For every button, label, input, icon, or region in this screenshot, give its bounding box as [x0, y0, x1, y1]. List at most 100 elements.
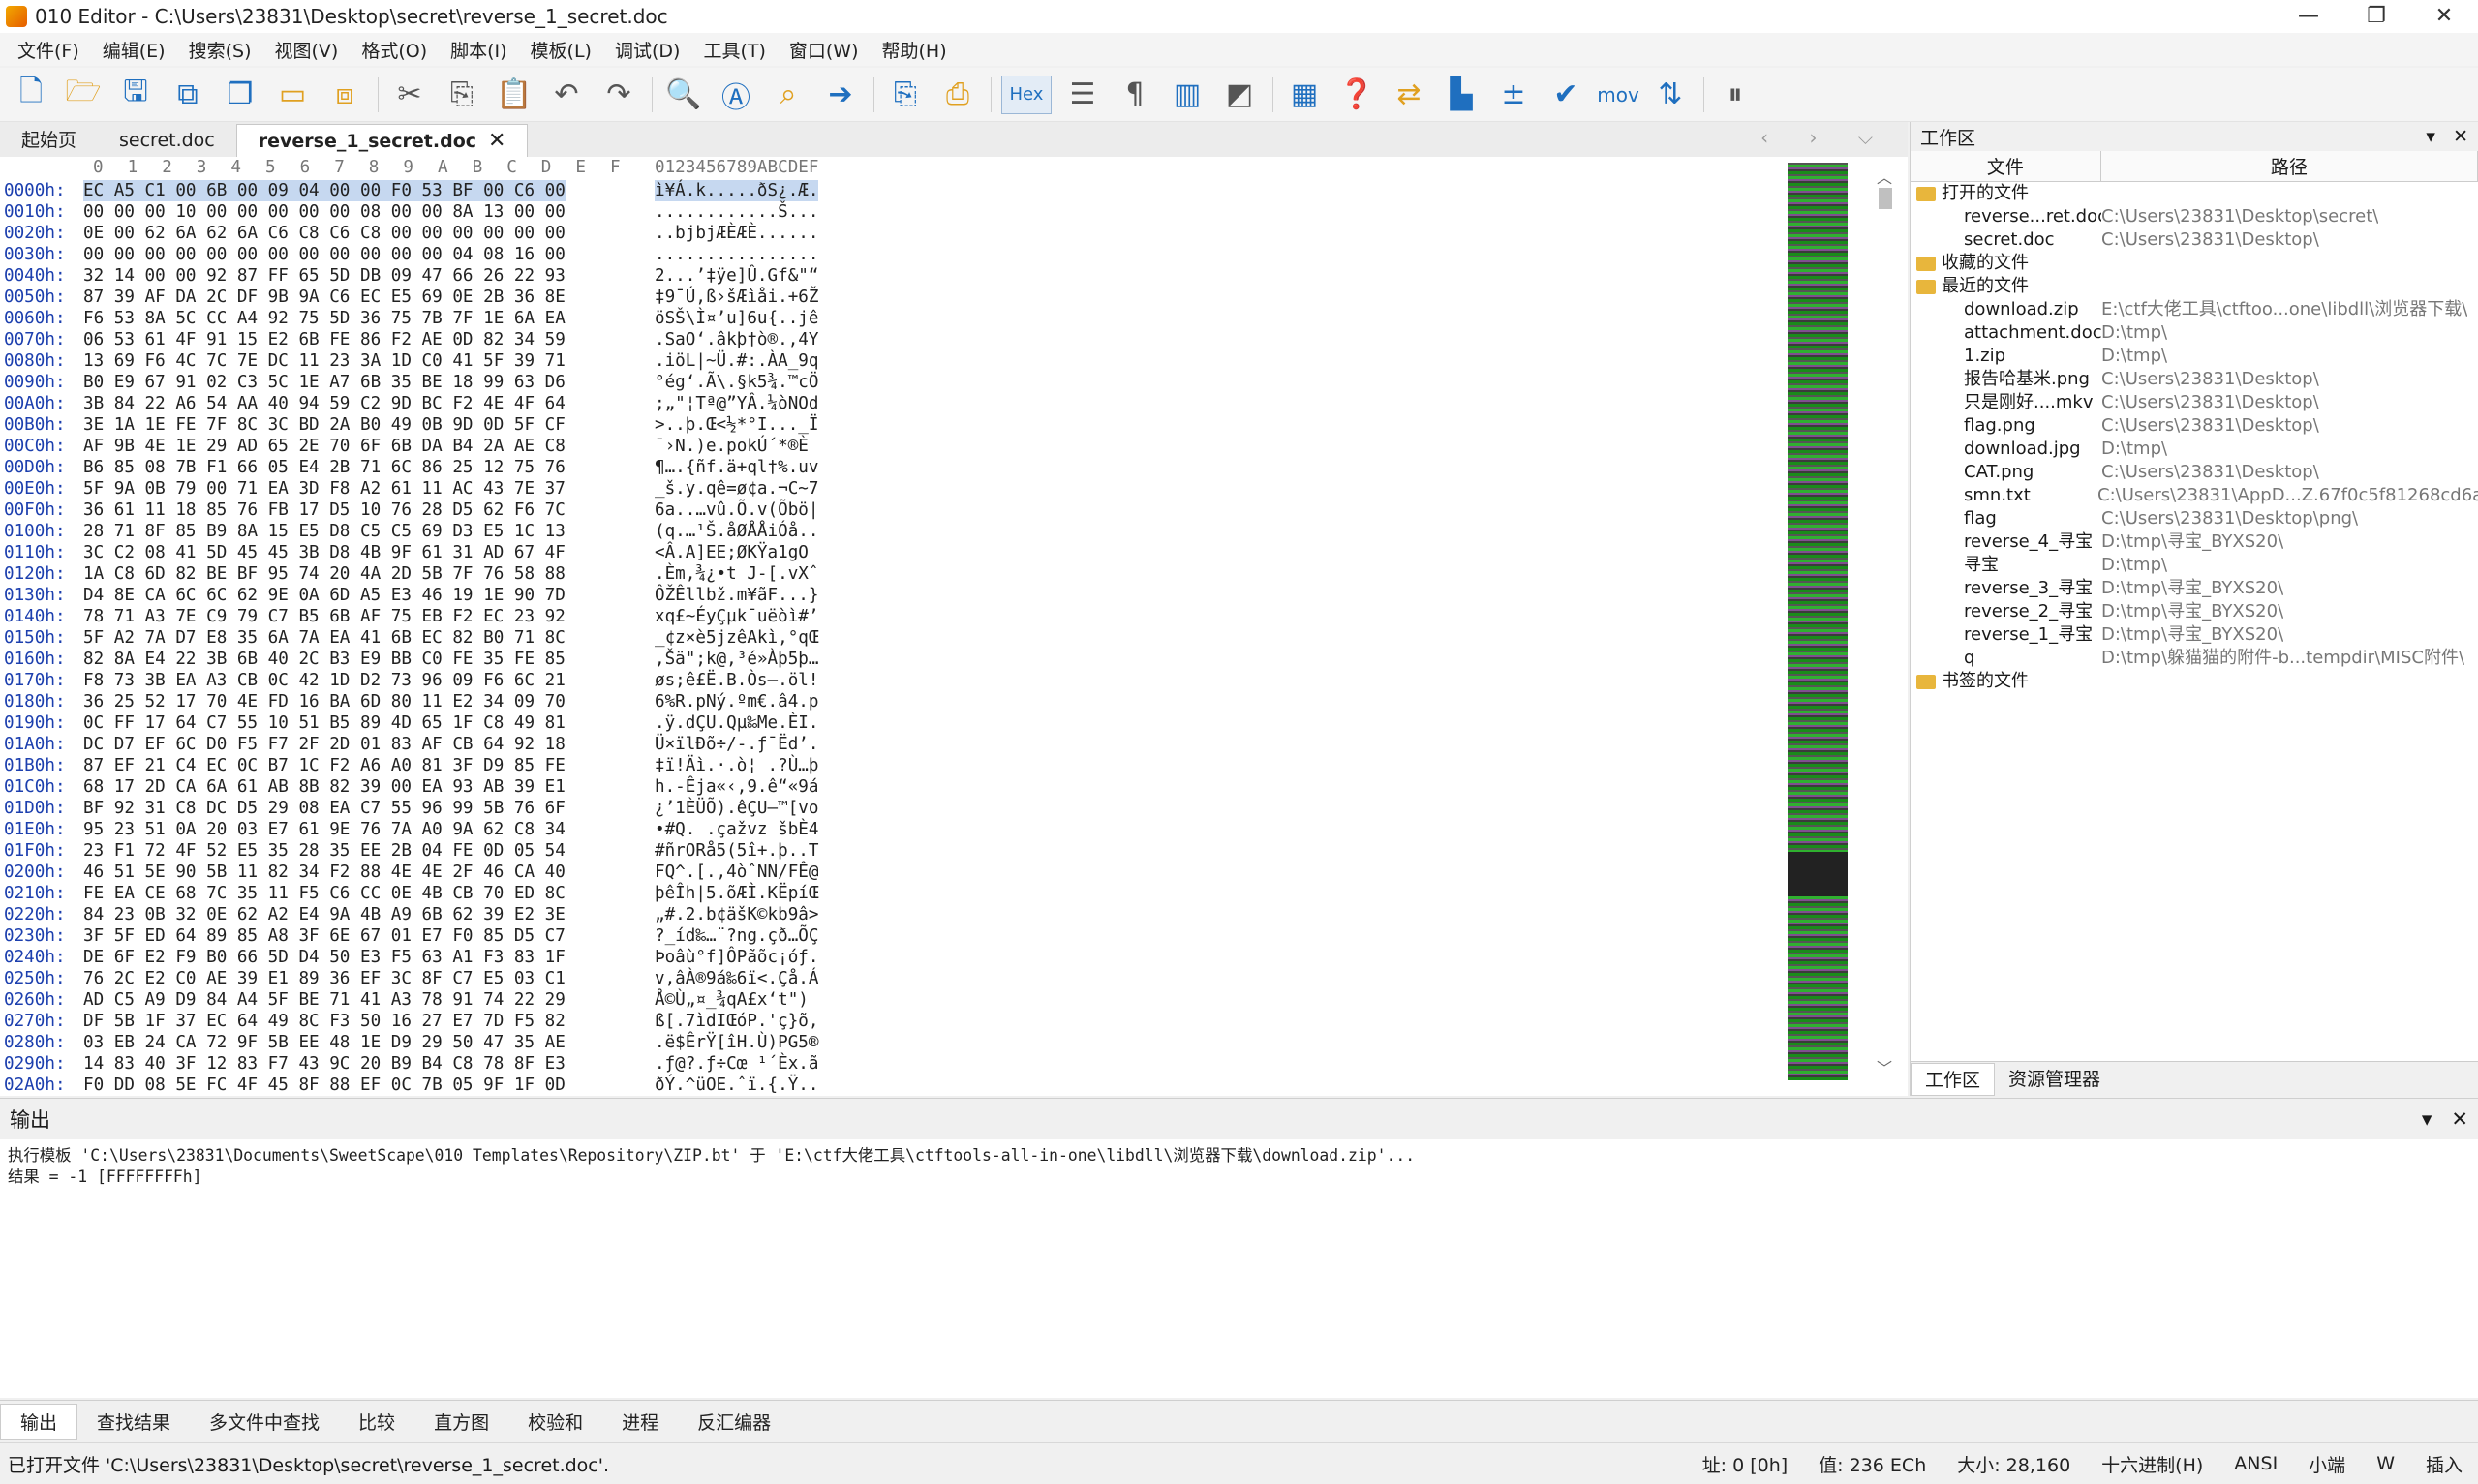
status-mode[interactable]: 十六进制(H): [2086, 1451, 2218, 1477]
row-bytes[interactable]: D4 8E CA 6C 6C 62 9E 0A 6D A5 E3 46 19 1…: [83, 585, 566, 606]
new-file-icon[interactable]: 🗋: [10, 74, 52, 116]
row-bytes[interactable]: F8 73 3B EA A3 CB 0C 42 1D D2 73 96 09 F…: [83, 670, 566, 691]
status-encoding[interactable]: ANSI: [2218, 1453, 2293, 1474]
find-in-files-icon[interactable]: ⌕: [767, 74, 810, 116]
row-ascii[interactable]: 6a..…vû.Õ.v(Õbö|: [655, 500, 818, 521]
row-bytes[interactable]: AF 9B 4E 1E 29 AD 65 2E 70 6F 6B DA B4 2…: [83, 436, 566, 457]
find-icon[interactable]: 🔍: [662, 74, 705, 116]
close-tab-icon[interactable]: ✕: [488, 125, 505, 158]
workspace-file-item[interactable]: reverse_4_寻宝 D:\tmp\寻宝_BYXS20\: [1911, 530, 2478, 554]
row-bytes[interactable]: 76 2C E2 C0 AE 39 E1 89 36 EF 3C 8F C7 E…: [83, 968, 566, 989]
row-ascii[interactable]: <Â.A]EE;ØKŸa1­gO: [655, 542, 809, 563]
run-template-icon[interactable]: ⎙: [936, 74, 979, 116]
row-bytes[interactable]: 68 17 2D CA 6A 61 AB 8B 82 39 00 EA 93 A…: [83, 776, 566, 798]
hex-row[interactable]: 00C0h: AF 9B 4E 1E 29 AD 65 2E 70 6F 6B D…: [0, 436, 1791, 457]
hex-row[interactable]: 0200h: 46 51 5E 90 5B 11 82 34 F2 88 4E 4…: [0, 862, 1791, 883]
row-bytes[interactable]: B0 E9 67 91 02 C3 5C 1E A7 6B 35 BE 18 9…: [83, 372, 566, 393]
row-ascii[interactable]: h.-Êja«‹‚9.ê“«9á: [655, 776, 818, 798]
row-ascii[interactable]: >..þ.Œ<½*°I..._Ï: [655, 414, 818, 436]
row-bytes[interactable]: 3F 5F ED 64 89 85 A8 3F 6E 67 01 E7 F0 8…: [83, 925, 566, 947]
folder-icon[interactable]: ▭: [271, 74, 314, 116]
hex-row[interactable]: 01D0h: BF 92 31 C8 DC D5 29 08 EA C7 55 9…: [0, 798, 1791, 819]
row-ascii[interactable]: _¢z×è5jzêAkì‚°qŒ: [655, 627, 818, 649]
workspace-file-item[interactable]: 寻宝 D:\tmp\: [1911, 554, 2478, 577]
hex-row[interactable]: 0070h: 06 53 61 4F 91 15 E2 6B FE 86 F2 A…: [0, 329, 1791, 350]
row-ascii[interactable]: v,âÀ®9á‰6ï<.Çå.Á: [655, 968, 818, 989]
menu-search[interactable]: 搜索(S): [177, 37, 263, 63]
row-bytes[interactable]: 36 61 11 18 85 76 FB 17 D5 10 76 28 D5 6…: [83, 500, 566, 521]
row-ascii[interactable]: .Èm‚¾¿•t J-[.vXˆ: [655, 563, 818, 585]
hex-row[interactable]: 0260h: AD C5 A9 D9 84 A4 5F BE 71 41 A3 7…: [0, 989, 1791, 1011]
hex-row[interactable]: 0030h: 00 00 00 00 00 00 00 00 00 00 00 0…: [0, 244, 1791, 265]
row-bytes[interactable]: 36 25 52 17 70 4E FD 16 BA 6D 80 11 E2 3…: [83, 691, 566, 712]
row-bytes[interactable]: 3E 1A 1E FE 7F 8C 3C BD 2A B0 49 0B 9D 0…: [83, 414, 566, 436]
columns-icon[interactable]: ▥: [1166, 74, 1208, 116]
menu-window[interactable]: 窗口(W): [778, 37, 871, 63]
row-ascii[interactable]: ?_íd‰…¨?ng.çð…ÕÇ: [655, 925, 818, 947]
workspace-file-item[interactable]: reverse...ret.doc C:\Users\23831\Desktop\…: [1911, 205, 2478, 228]
row-ascii[interactable]: ß[.7ìdIŒóP.'ç}õ‚: [655, 1011, 818, 1032]
col-path[interactable]: 路径: [2101, 151, 2478, 181]
row-ascii[interactable]: Þoâù°f]ÔPãõc¡óƒ.: [655, 947, 818, 968]
row-bytes[interactable]: 32 14 00 00 92 87 FF 65 5D DB 09 47 66 2…: [83, 265, 566, 287]
hex-editor[interactable]: 0 1 2 3 4 5 6 7 8 9 A B C D E F 0123456789ABCDEF 0000h: E…: [0, 157, 1908, 1096]
histogram-icon[interactable]: ▙: [1440, 74, 1483, 116]
hex-row[interactable]: 0010h: 00 00 00 10 00 00 00 00 00 08 00 0…: [0, 201, 1791, 223]
menu-templates[interactable]: 模板(L): [519, 37, 603, 63]
row-bytes[interactable]: 13 69 F6 4C 7C 7E DC 11 23 3A 1D C0 41 5…: [83, 350, 566, 372]
hex-row[interactable]: 01A0h: DC D7 EF 6C D0 F5 F7 2F 2D 01 83 A…: [0, 734, 1791, 755]
workspace-file-item[interactable]: download.jpg D:\tmp\: [1911, 438, 2478, 461]
close-button[interactable]: ✕: [2410, 0, 2478, 33]
menu-tools[interactable]: 工具(T): [691, 37, 777, 63]
hex-row[interactable]: 0130h: D4 8E CA 6C 6C 62 9E 0A 6D A5 E3 4…: [0, 585, 1791, 606]
tab-start-page[interactable]: 起始页: [0, 124, 98, 157]
row-bytes[interactable]: 95 23 51 0A 20 03 E7 61 9E 76 7A A0 9A 6…: [83, 819, 566, 840]
workspace-group[interactable]: 最近的文件: [1911, 275, 2478, 298]
workspace-file-item[interactable]: 只是刚好....mkv C:\Users\23831\Desktop\: [1911, 391, 2478, 414]
tab-find-results[interactable]: 查找结果: [77, 1408, 190, 1435]
open-file-icon[interactable]: 🗁: [62, 74, 105, 116]
row-ascii[interactable]: ............Š...: [655, 201, 818, 223]
menu-format[interactable]: 格式(O): [350, 37, 439, 63]
row-ascii[interactable]: ¶….{ñf.ä+ql†%.uv: [655, 457, 818, 478]
hex-row[interactable]: 00F0h: 36 61 11 18 85 76 FB 17 D5 10 76 2…: [0, 500, 1791, 521]
row-ascii[interactable]: ..bjbjÆÈÆÈ......: [655, 223, 818, 244]
workspace-file-item[interactable]: smn.txt C:\Users\23831\AppD...Z.67f0c5f81…: [1911, 484, 2478, 507]
paste-icon[interactable]: 📋: [493, 74, 535, 116]
row-ascii[interactable]: .iöL|~Ü.#:.ÀA_9q: [655, 350, 818, 372]
tab-find-in-files[interactable]: 多文件中查找: [190, 1408, 339, 1435]
tab-output[interactable]: 输出: [0, 1403, 78, 1440]
hex-row[interactable]: 01B0h: 87 EF 21 C4 EC 0C B7 1C F2 A6 A0 8…: [0, 755, 1791, 776]
hex-row[interactable]: 0230h: 3F 5F ED 64 89 85 A8 3F 6E 67 01 E…: [0, 925, 1791, 947]
hex-row[interactable]: 0280h: 03 EB 24 CA 72 9F 5B EE 48 1E D9 2…: [0, 1032, 1791, 1053]
calculator-icon[interactable]: ▦: [1283, 74, 1326, 116]
pause-icon[interactable]: ⏸: [1714, 74, 1757, 116]
row-ascii[interactable]: þêÎh|5.õÆÌ.KËpíŒ: [655, 883, 818, 904]
hex-row[interactable]: 01C0h: 68 17 2D CA 6A 61 AB 8B 82 39 00 E…: [0, 776, 1791, 798]
row-bytes[interactable]: 87 EF 21 C4 EC 0C B7 1C F2 A6 A0 81 3F D…: [83, 755, 566, 776]
save-all-icon[interactable]: ❐: [219, 74, 261, 116]
workspace-group[interactable]: 打开的文件: [1911, 182, 2478, 205]
hex-row[interactable]: 00B0h: 3E 1A 1E FE 7F 8C 3C BD 2A B0 49 0…: [0, 414, 1791, 436]
row-ascii[interactable]: ðÝ.^üOE.ˆï.{.Ÿ..: [655, 1075, 818, 1096]
tab-workspace[interactable]: 工作区: [1911, 1062, 1996, 1096]
hex-row[interactable]: 00E0h: 5F 9A 0B 79 00 71 EA 3D F8 A2 61 1…: [0, 478, 1791, 500]
scrollbar-thumb[interactable]: [1879, 188, 1892, 209]
row-ascii[interactable]: ì¥Á.k.....ðS¿.Æ.: [655, 180, 819, 201]
hex-row[interactable]: 00D0h: B6 85 08 7B F1 66 05 E4 2B 71 6C 8…: [0, 457, 1791, 478]
row-bytes[interactable]: BF 92 31 C8 DC D5 29 08 EA C7 55 96 99 5…: [83, 798, 566, 819]
row-ascii[interactable]: ¯›N.)­e.pokÚ´*®È: [655, 436, 809, 457]
workspace-file-item[interactable]: reverse_1_寻宝 D:\tmp\寻宝_BYXS20\: [1911, 623, 2478, 647]
menu-debug[interactable]: 调试(D): [603, 37, 691, 63]
minimize-button[interactable]: —: [2275, 0, 2342, 33]
row-ascii[interactable]: ‡ï!Äì.·.ò¦ .?Ù…þ: [655, 755, 818, 776]
hex-mode-button[interactable]: Hex: [1001, 75, 1052, 114]
hex-row[interactable]: 0170h: F8 73 3B EA A3 CB 0C 42 1D D2 73 9…: [0, 670, 1791, 691]
replace-icon[interactable]: Ⓐ: [715, 74, 757, 116]
file-minimap[interactable]: [1788, 163, 1848, 1080]
row-ascii[interactable]: ‡9¯Ú,ß›šÆìåi.+6Ž: [655, 287, 818, 308]
workspace-file-item[interactable]: CAT.png C:\Users\23831\Desktop\: [1911, 461, 2478, 484]
row-ascii[interactable]: #ñrORå5(5î+.þ..T: [655, 840, 818, 862]
row-bytes[interactable]: 00 00 00 10 00 00 00 00 00 08 00 00 8A 1…: [83, 201, 566, 223]
row-bytes[interactable]: 06 53 61 4F 91 15 E2 6B FE 86 F2 AE 0D 8…: [83, 329, 566, 350]
